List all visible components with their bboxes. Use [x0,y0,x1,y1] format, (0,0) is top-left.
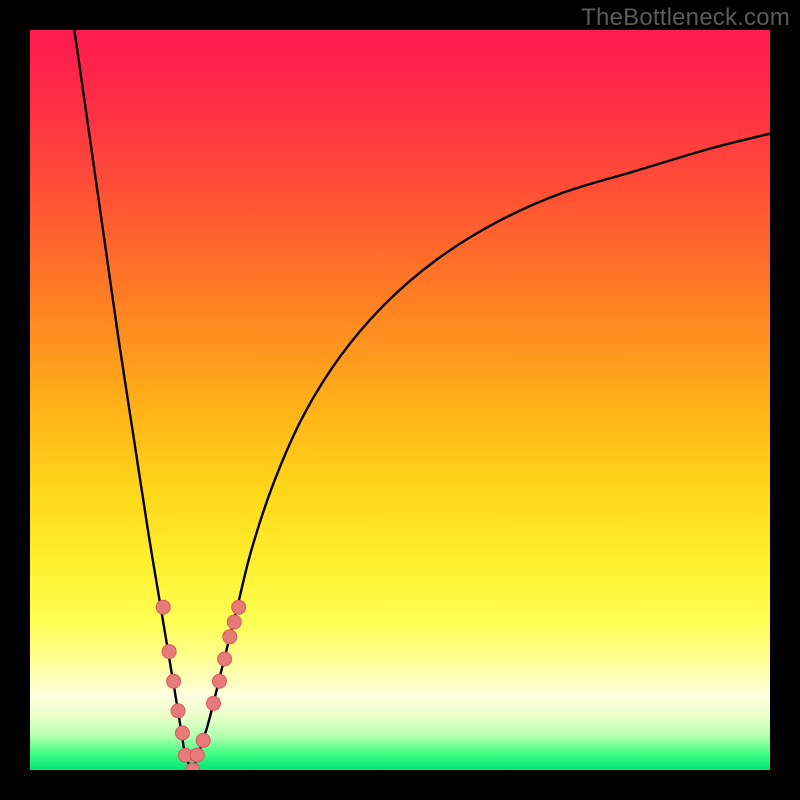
data-marker [212,674,226,688]
data-marker [227,615,241,629]
curve-right-branch [193,134,770,770]
data-markers [156,600,245,770]
curve-left-branch [74,30,192,770]
data-marker [190,748,204,762]
data-marker [175,726,189,740]
plot-area [30,30,770,770]
data-marker [156,600,170,614]
data-marker [171,704,185,718]
data-marker [162,645,176,659]
data-marker [196,733,210,747]
data-marker [207,696,221,710]
curve-layer [30,30,770,770]
chart-frame: TheBottleneck.com [0,0,800,800]
data-marker [218,652,232,666]
watermark-text: TheBottleneck.com [581,4,790,32]
data-marker [223,630,237,644]
data-marker [167,674,181,688]
data-marker [232,600,246,614]
